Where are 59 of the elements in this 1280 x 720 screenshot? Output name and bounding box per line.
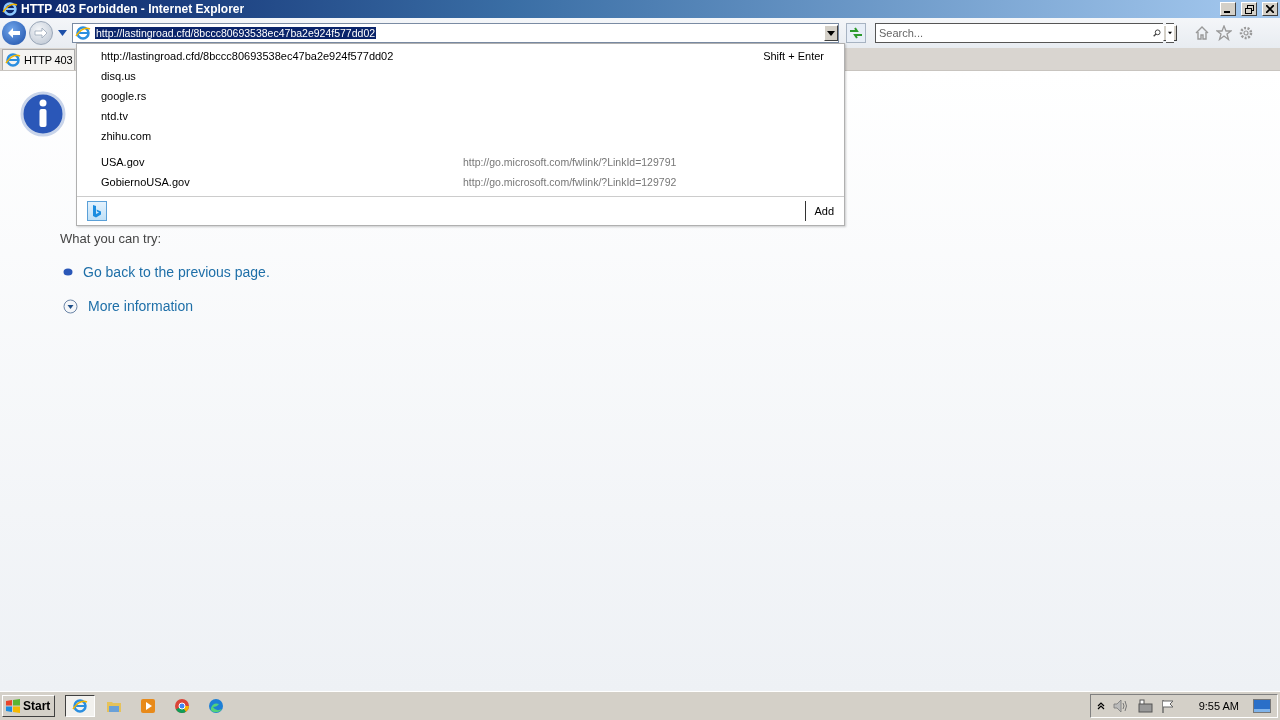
restore-button[interactable] [1241,2,1257,16]
search-dropdown-button[interactable] [1163,25,1177,41]
favorite-url: http://go.microsoft.com/fwlink/?LinkId=129792 [463,176,677,188]
star-icon[interactable] [1216,25,1232,41]
clock: 9:55 AM [1198,700,1239,712]
favorite-url: http://go.microsoft.com/fwlink/?LinkId=129791 [463,156,677,168]
network-icon[interactable] [1136,699,1153,713]
address-bar[interactable]: http://lastingroad.cfd/8bccc80693538ec47ba2e924f577dd02 [72,23,839,43]
caret-icon [57,30,67,36]
link[interactable]: More information [88,298,194,314]
history-dropdown-button[interactable] [56,27,68,39]
suggestion-item[interactable]: zhihu.com [101,130,152,142]
expand-icon[interactable] [63,298,78,314]
suggestion-item[interactable]: disq.us [101,70,136,82]
play-icon [140,698,157,714]
link[interactable]: Go back to the previous page. [83,264,270,280]
browser-ball-icon [174,698,191,714]
browser-tab[interactable]: HTTP 403 [2,49,76,70]
search-field[interactable]: Search... [875,23,1151,43]
suggestion-item[interactable]: google.rs [101,90,147,102]
suggestion-item[interactable]: ntd.tv [101,110,128,122]
show-desktop-icon[interactable] [1253,699,1271,713]
search-icon[interactable] [1151,23,1163,43]
caret-icon [827,30,835,36]
forward-arrow-icon [34,27,48,39]
restore-icon [1244,4,1254,14]
arrows-icon [849,27,863,39]
bullet-icon [63,268,73,276]
section-heading: What you can try: [60,231,163,246]
home-icon[interactable] [1194,25,1210,41]
window-title: HTTP 403 Forbidden - Internet Explorer [21,2,245,16]
search-provider-button[interactable] [87,201,107,221]
caret-icon [1166,23,1174,43]
favorite-item[interactable]: GobiernoUSA.gov [101,176,463,188]
close-button[interactable] [1262,2,1278,16]
favorite-item[interactable]: USA.gov [101,156,463,168]
back-button[interactable] [2,21,26,45]
taskbar-app-button[interactable] [65,695,96,717]
info-icon [20,91,66,137]
ie-icon [72,698,89,714]
address-text[interactable]: http://lastingroad.cfd/8bccc80693538ec47ba2e924f577dd02 [95,27,377,39]
chevron-up-icon[interactable] [1096,702,1105,710]
windows-logo-icon [5,699,21,713]
close-icon [1266,5,1274,13]
address-dropdown-button[interactable] [824,25,838,41]
start-button[interactable]: Start [2,695,56,717]
suggestion-item[interactable]: http://lastingroad.cfd/8bccc80693538ec47ba2e924f577dd02 [101,50,394,62]
wave-icon [208,698,225,714]
ie-icon [75,25,91,41]
back-arrow-icon [7,27,21,39]
speaker-icon[interactable] [1112,699,1129,713]
settings-icon[interactable] [1238,25,1254,41]
ie-icon [5,52,21,68]
minimize-button[interactable] [1220,2,1236,16]
ie-icon [2,1,18,17]
compatibility-button[interactable] [846,23,866,43]
b-logo-icon [92,204,102,218]
shortcut-hint: Shift + Enter [763,50,824,62]
add-button[interactable]: Add [805,201,834,221]
